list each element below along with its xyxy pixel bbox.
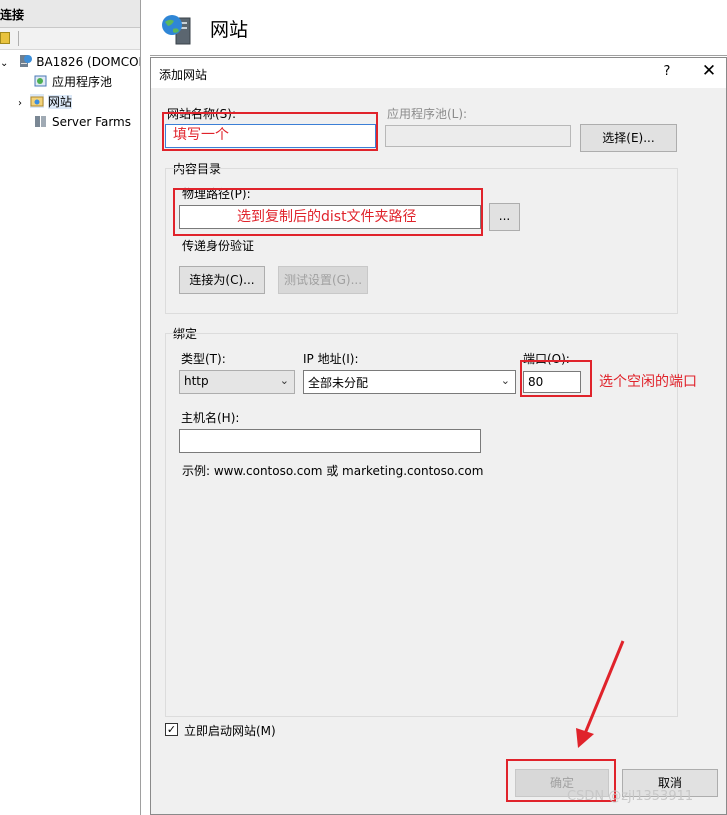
collapse-chevron-icon[interactable]: ⌄ [0,58,8,69]
binding-type-select[interactable]: http ⌄ [179,370,295,394]
binding-type-value: http [184,374,209,388]
chevron-down-icon: ⌄ [279,374,289,387]
port-note: 选个空闲的端口 [599,374,697,390]
host-name-label: 主机名(H): [181,411,240,425]
ip-address-select[interactable]: 全部未分配 ⌄ [303,370,516,394]
chevron-down-icon: ⌄ [500,374,510,387]
globe-server-icon [162,15,191,45]
toolbar-separator [18,31,19,46]
site-name-label: 网站名称(S): [167,107,237,121]
tree-item-label: Server Farms [52,115,131,129]
app-pool-icon [34,75,47,87]
server-farms-icon [35,116,46,127]
start-site-checkbox[interactable]: ✓ [165,723,178,736]
watermark-text: CSDN @zjl1353911 [567,789,694,804]
page-title: 网站 [210,19,249,41]
add-site-dialog: 添加网站 ? ✕ 网站名称(S): 应用程序池(L): 选择(E)... 内容目… [150,57,727,815]
connect-as-button[interactable]: 连接为(C)... [179,266,265,294]
physical-path-note: 选到复制后的dist文件夹路径 [237,209,417,225]
host-example-text: 示例: www.contoso.com 或 marketing.contoso.… [182,464,484,478]
port-input[interactable]: 80 [523,371,581,393]
server-icon [20,55,33,67]
folder-icon[interactable] [0,32,10,44]
host-name-input[interactable] [179,429,481,453]
connections-toolbar [0,28,140,50]
port-label: 端口(O): [523,352,570,366]
test-settings-button: 测试设置(G)... [278,266,368,294]
connections-header: 连接 [0,0,140,28]
ip-address-value: 全部未分配 [308,376,369,390]
site-name-note: 填写一个 [173,127,229,143]
tree-item-label: 应用程序池 [52,75,113,89]
dialog-titlebar: 添加网站 ? ✕ [151,58,726,88]
connections-pane: 连接 ⌄ BA1826 (DOMCOR 应用程序池 › 网站 Server Fa… [0,0,141,815]
pass-through-auth-label: 传递身份验证 [182,239,255,253]
arrow-annotation-icon [576,640,625,748]
start-site-label: 立即启动网站(M) [184,724,276,738]
close-button[interactable]: ✕ [699,61,719,81]
browse-path-button[interactable]: ... [489,203,520,231]
select-app-pool-button[interactable]: 选择(E)... [580,124,677,152]
app-pool-input [385,125,571,147]
binding-type-label: 类型(T): [181,352,226,366]
tree-item-app-pools[interactable]: 应用程序池 [34,73,112,91]
app-pool-label: 应用程序池(L): [387,107,468,121]
main-header: 网站 [150,0,727,56]
help-button[interactable]: ? [659,64,675,79]
expand-chevron-icon[interactable]: › [18,98,22,109]
tree-item-sites[interactable]: › 网站 [18,93,72,111]
tree-item-server-farms[interactable]: Server Farms [34,113,131,131]
sites-folder-icon [29,94,44,108]
ip-address-label: IP 地址(I): [303,352,359,366]
tree-item-server[interactable]: ⌄ BA1826 (DOMCOR [0,53,141,71]
tree-item-label: 网站 [47,95,72,109]
physical-path-label: 物理路径(P): [182,187,251,201]
tree-item-label: BA1826 (DOMCOR [36,55,141,69]
dialog-title: 添加网站 [159,68,208,82]
